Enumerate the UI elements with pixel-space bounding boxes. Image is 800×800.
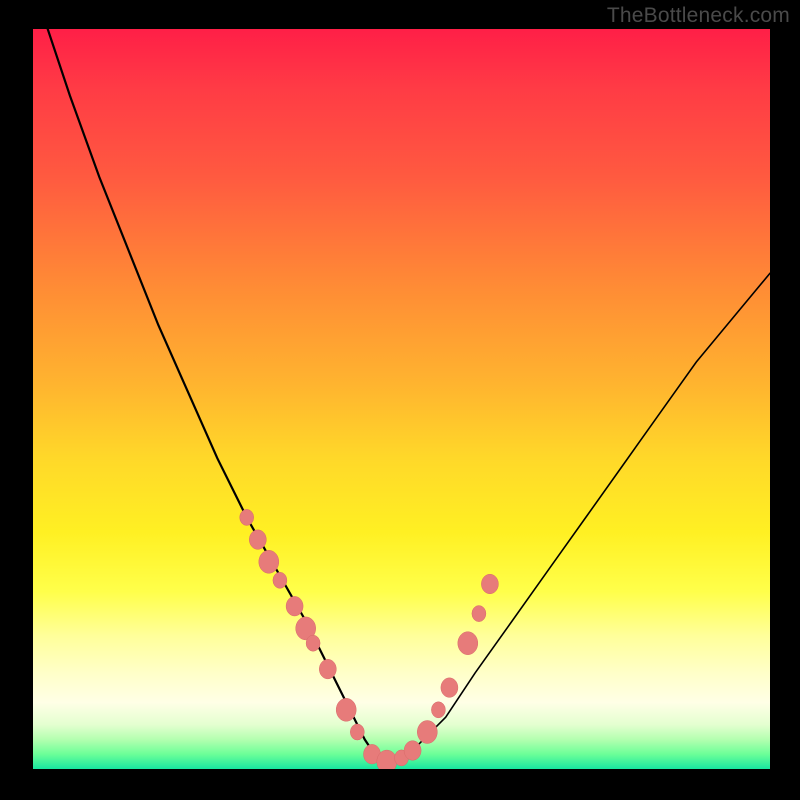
data-marker	[417, 721, 437, 744]
data-marker	[458, 632, 478, 655]
watermark-text: TheBottleneck.com	[607, 4, 790, 28]
data-marker	[441, 678, 458, 698]
data-marker	[336, 698, 356, 721]
curve-right-branch	[379, 273, 770, 761]
data-marker	[273, 572, 287, 588]
data-marker	[249, 530, 266, 550]
chart-overlay	[33, 29, 770, 769]
data-marker	[259, 550, 279, 573]
data-marker	[306, 635, 320, 651]
data-marker	[481, 574, 498, 594]
marker-group	[240, 509, 499, 769]
data-marker	[286, 596, 303, 616]
data-marker	[404, 741, 421, 761]
outer-frame: TheBottleneck.com	[0, 0, 800, 800]
data-marker	[472, 606, 486, 622]
data-marker	[350, 724, 364, 740]
curve-left-branch	[48, 29, 394, 762]
data-marker	[319, 659, 336, 679]
data-marker	[431, 702, 445, 718]
data-marker	[240, 509, 254, 525]
